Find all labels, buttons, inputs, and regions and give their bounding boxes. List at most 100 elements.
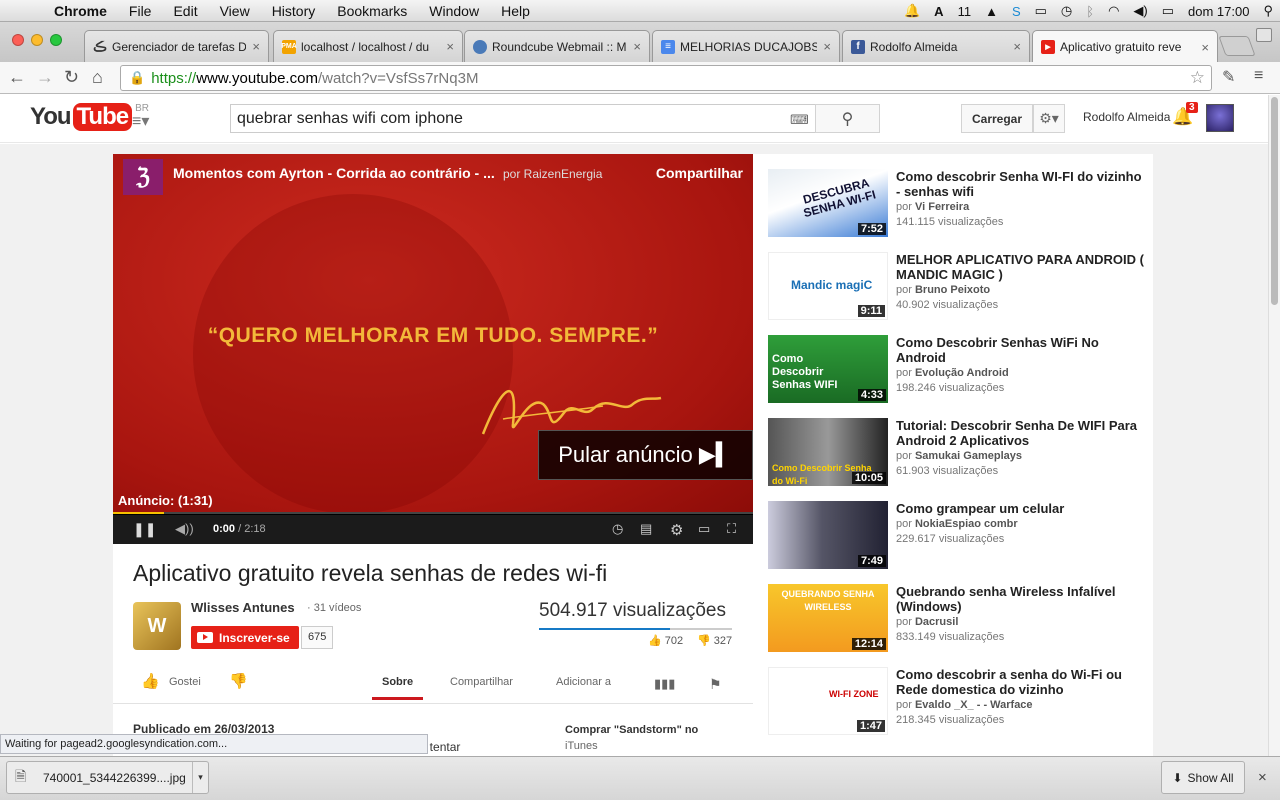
tab-facebook[interactable]: f Rodolfo Almeida ×: [842, 30, 1030, 62]
channel-name[interactable]: Wlisses Antunes: [191, 600, 295, 615]
clock[interactable]: dom 17:00: [1188, 4, 1249, 19]
related-title[interactable]: Quebrando senha Wireless Infalível (Wind…: [896, 584, 1146, 614]
dislike-icon-button[interactable]: 👎: [229, 672, 248, 690]
menu-window[interactable]: Window: [429, 3, 479, 19]
minimize-window-button[interactable]: [31, 34, 43, 46]
volume-icon[interactable]: ◀): [1133, 3, 1147, 19]
related-title[interactable]: MELHOR APLICATIVO PARA ANDROID ( MANDIC …: [896, 252, 1146, 282]
menu-history[interactable]: History: [272, 3, 316, 19]
download-menu-icon[interactable]: ▾: [192, 762, 208, 793]
video-thumbnail[interactable]: 7:49: [768, 501, 888, 569]
related-video-item[interactable]: WI-FI ZONE 1:47 Como descobrir a senha d…: [768, 667, 1148, 737]
captions-icon[interactable]: ▤: [640, 521, 652, 537]
search-button[interactable]: ⚲: [815, 104, 880, 133]
video-thumbnail[interactable]: Como Descobrir Senhas WIFI 4:33: [768, 335, 888, 403]
fullscreen-icon[interactable]: [1256, 28, 1272, 42]
bookmark-star-icon[interactable]: ☆: [1190, 68, 1205, 88]
ad-author[interactable]: por RaizenEnergia: [503, 167, 602, 181]
download-item[interactable]: 🗎 740001_5344226399....jpg ▾: [6, 761, 209, 794]
theater-mode-icon[interactable]: ▭: [698, 521, 710, 537]
menu-app-chrome[interactable]: Chrome: [54, 3, 107, 19]
close-tab-icon[interactable]: ×: [446, 39, 454, 54]
fullscreen-icon[interactable]: ⛶: [727, 521, 736, 537]
progress-bar[interactable]: [113, 512, 753, 514]
back-button[interactable]: ←: [8, 67, 26, 88]
menu-view[interactable]: View: [220, 3, 250, 19]
related-title[interactable]: Como Descobrir Senhas WiFi No Android: [896, 335, 1146, 365]
related-channel[interactable]: Samukai Gameplays: [915, 450, 1022, 462]
volume-icon[interactable]: ◀)): [175, 521, 194, 537]
related-video-item[interactable]: Como Descobrir Senha do Wi-Fi 10:05 Tuto…: [768, 418, 1148, 488]
like-label[interactable]: Gostei: [169, 676, 201, 688]
upload-button[interactable]: Carregar: [961, 104, 1033, 133]
stats-icon[interactable]: ▮▮▮: [654, 676, 675, 692]
player-share-button[interactable]: Compartilhar: [656, 165, 743, 181]
user-name[interactable]: Rodolfo Almeida: [1083, 110, 1170, 124]
related-video-item[interactable]: QUEBRANDO SENHA WIRELESS 12:14 Quebrando…: [768, 584, 1148, 654]
video-thumbnail[interactable]: Como Descobrir Senha do Wi-Fi 10:05: [768, 418, 888, 486]
zoom-window-button[interactable]: [50, 34, 62, 46]
related-channel[interactable]: Evolução Android: [915, 367, 1009, 379]
show-all-downloads-button[interactable]: ⬇ Show All: [1161, 761, 1245, 794]
ad-channel-logo[interactable]: ℨ: [123, 159, 163, 195]
flag-icon[interactable]: ⚑: [709, 676, 722, 693]
tab-phpmyadmin[interactable]: PMA localhost / localhost / du ×: [273, 30, 463, 62]
tab-share[interactable]: Compartilhar: [450, 676, 513, 688]
settings-button[interactable]: ⚙▾: [1033, 104, 1065, 133]
monitor-icon[interactable]: ▭: [1035, 3, 1047, 19]
related-channel[interactable]: Evaldo _X_ - - Warface: [915, 699, 1033, 711]
related-title[interactable]: Como grampear um celular: [896, 501, 1146, 516]
keyboard-icon[interactable]: ⌨: [790, 112, 809, 128]
forward-button[interactable]: →: [36, 67, 54, 88]
font-icon[interactable]: A: [934, 4, 943, 19]
like-button[interactable]: 👍 702: [648, 634, 683, 647]
related-title[interactable]: Tutorial: Descobrir Senha De WIFI Para A…: [896, 418, 1146, 448]
itunes-link[interactable]: iTunes: [565, 740, 598, 752]
tab-about[interactable]: Sobre: [372, 676, 424, 700]
close-download-shelf-icon[interactable]: ×: [1258, 769, 1267, 786]
related-channel[interactable]: Dacrusil: [915, 616, 958, 628]
menu-bookmarks[interactable]: Bookmarks: [337, 3, 407, 19]
channel-video-count[interactable]: · 31 vídeos: [307, 602, 361, 614]
watch-later-icon[interactable]: ◷: [612, 521, 623, 537]
subscribe-button[interactable]: Inscrever-se: [191, 626, 299, 649]
skype-icon[interactable]: S: [1012, 4, 1021, 19]
related-video-item[interactable]: 7:49 Como grampear um celular por NokiaE…: [768, 501, 1148, 571]
like-icon-button[interactable]: 👍: [141, 672, 160, 690]
menu-edit[interactable]: Edit: [173, 3, 197, 19]
menu-help[interactable]: Help: [501, 3, 530, 19]
ad-title[interactable]: Momentos com Ayrton - Corrida ao contrár…: [173, 165, 495, 181]
video-thumbnail[interactable]: Mandic magiC 9:11: [768, 252, 888, 320]
bluetooth-icon[interactable]: ᛒ: [1086, 4, 1094, 19]
battery-icon[interactable]: ▭: [1162, 3, 1174, 19]
video-player[interactable]: ℨ Momentos com Ayrton - Corrida ao contr…: [113, 154, 753, 544]
avatar[interactable]: [1206, 104, 1234, 132]
page-scrollbar[interactable]: [1268, 95, 1280, 756]
close-tab-icon[interactable]: ×: [1013, 39, 1021, 54]
time-machine-icon[interactable]: ◷: [1061, 3, 1072, 19]
wifi-icon[interactable]: ◠: [1108, 3, 1119, 19]
video-thumbnail[interactable]: WI-FI ZONE 1:47: [768, 667, 888, 735]
related-video-item[interactable]: Mandic magiC 9:11 MELHOR APLICATIVO PARA…: [768, 252, 1148, 322]
tab-youtube-active[interactable]: ▶ Aplicativo gratuito reve ×: [1032, 30, 1218, 63]
related-title[interactable]: Como descobrir Senha WI-FI do vizinho - …: [896, 169, 1146, 199]
tab-roundcube[interactable]: Roundcube Webmail :: M ×: [464, 30, 650, 62]
chrome-menu-icon[interactable]: ≡: [1254, 67, 1263, 85]
close-tab-icon[interactable]: ×: [823, 39, 831, 54]
tab-google-docs[interactable]: ≡ MELHORIAS DUCAJOBS – G ×: [652, 30, 840, 62]
menu-file[interactable]: File: [129, 3, 152, 19]
search-input[interactable]: quebrar senhas wifi com iphone: [230, 104, 816, 133]
tab-add-to[interactable]: Adicionar a: [556, 676, 611, 688]
close-tab-icon[interactable]: ×: [633, 39, 641, 54]
spotlight-icon[interactable]: ⚲: [1263, 3, 1273, 19]
ad-video-frame[interactable]: ℨ Momentos com Ayrton - Corrida ao contr…: [113, 154, 753, 514]
pause-button[interactable]: ❚❚: [133, 521, 156, 538]
related-title[interactable]: Como descobrir a senha do Wi-Fi ou Rede …: [896, 667, 1146, 697]
related-video-item[interactable]: DESCUBRA SENHA WI-FI 7:52 Como descobrir…: [768, 169, 1148, 239]
drive-icon[interactable]: ▲: [985, 4, 998, 19]
reload-button[interactable]: ↻: [64, 67, 79, 88]
scrollbar-thumb[interactable]: [1271, 97, 1278, 305]
related-channel[interactable]: NokiaEspiao combr: [915, 518, 1018, 530]
close-window-button[interactable]: [12, 34, 24, 46]
video-thumbnail[interactable]: QUEBRANDO SENHA WIRELESS 12:14: [768, 584, 888, 652]
